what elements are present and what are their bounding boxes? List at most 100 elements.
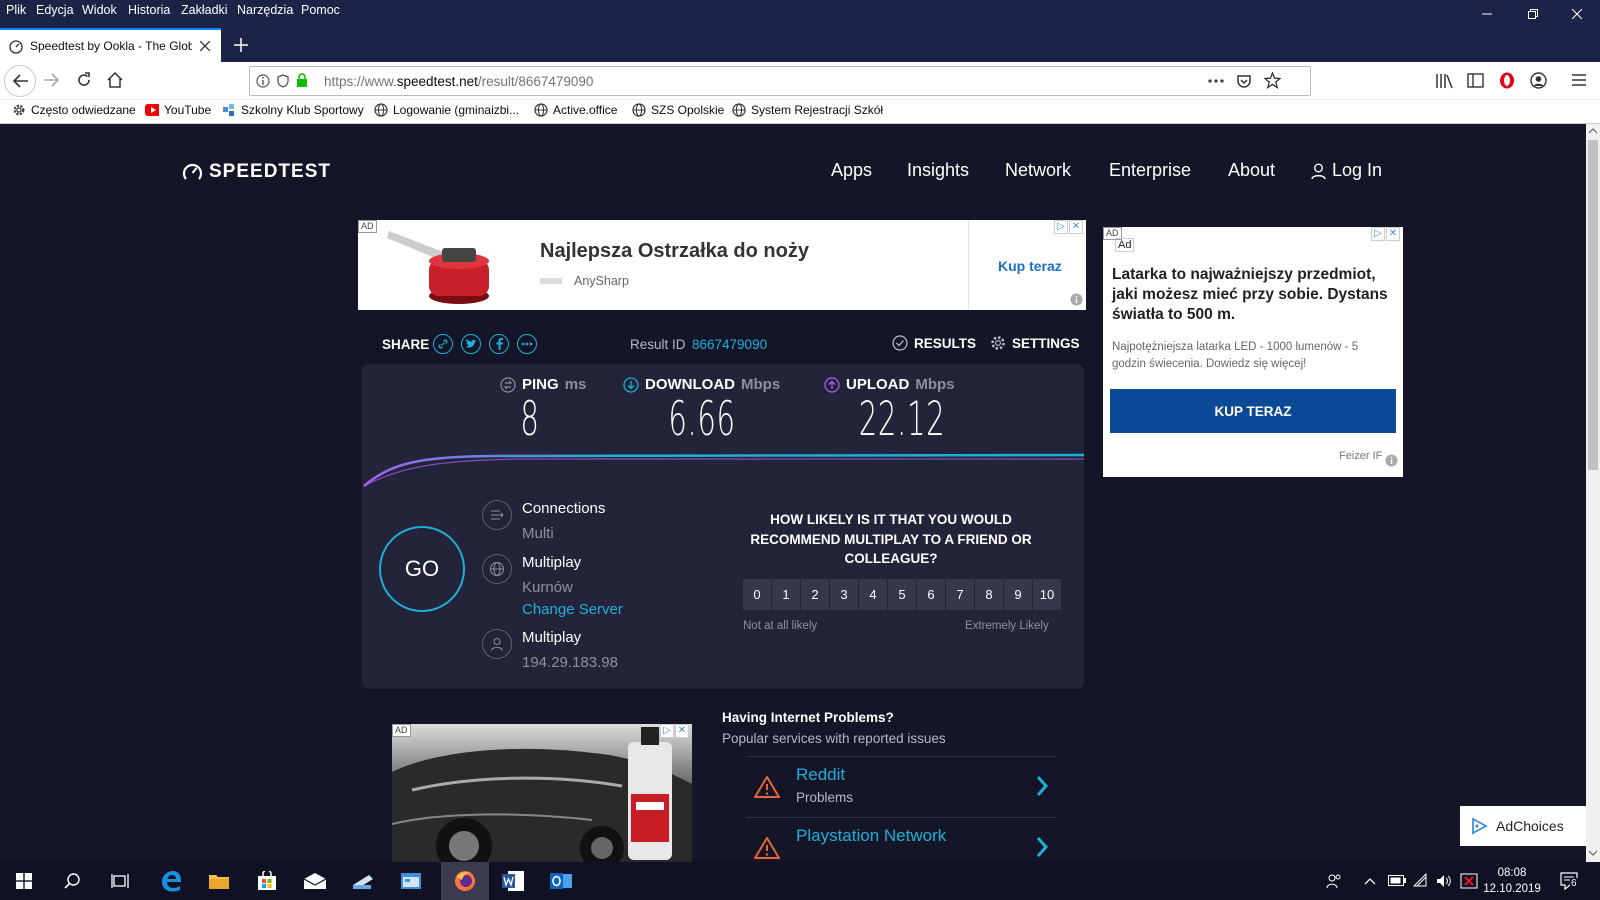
ad-cta-button[interactable]: Kup teraz: [998, 258, 1062, 274]
start-button[interactable]: [0, 862, 48, 900]
taskbar-firefox[interactable]: [441, 862, 489, 900]
menu-tools[interactable]: Narzędzia: [237, 3, 293, 17]
problem-name[interactable]: Playstation Network: [796, 826, 946, 846]
opera-addon-icon[interactable]: [1499, 72, 1515, 89]
menu-help[interactable]: Pomoc: [301, 3, 340, 17]
hamburger-menu-icon[interactable]: [1572, 74, 1586, 86]
restore-button[interactable]: [1510, 0, 1556, 28]
share-twitter-button[interactable]: [461, 334, 481, 354]
results-button[interactable]: RESULTS: [892, 335, 976, 351]
nps-score-8-button[interactable]: 8: [975, 579, 1004, 610]
nps-score-6-button[interactable]: 6: [917, 579, 946, 610]
share-more-button[interactable]: [517, 334, 537, 354]
ad-info-icon[interactable]: [1385, 454, 1398, 467]
people-icon[interactable]: [1326, 873, 1342, 889]
forward-arrow-icon[interactable]: [44, 73, 60, 87]
nps-score-10-button[interactable]: 10: [1033, 579, 1062, 610]
taskbar-outlook[interactable]: [537, 862, 585, 900]
side-ad[interactable]: AD ▷ ✕ Ad Latarka to najważniejszy przedm…: [1103, 227, 1403, 477]
scroll-down-arrow-icon[interactable]: [1589, 850, 1597, 856]
nps-score-1-button[interactable]: 1: [772, 579, 801, 610]
wifi-icon[interactable]: [1413, 873, 1429, 887]
battery-icon[interactable]: [1388, 875, 1406, 886]
close-ad-icon[interactable]: ✕: [1069, 220, 1083, 234]
menu-view[interactable]: Widok: [82, 3, 117, 17]
nps-score-0-button[interactable]: 0: [743, 579, 772, 610]
taskbar-store[interactable]: [243, 862, 291, 900]
menu-edit[interactable]: Edycja: [36, 3, 74, 17]
ad-controls[interactable]: ▷ ✕: [660, 724, 689, 738]
menu-bookmarks[interactable]: Zakładki: [181, 3, 228, 17]
taskbar-file-explorer[interactable]: [195, 862, 243, 900]
nps-score-7-button[interactable]: 7: [946, 579, 975, 610]
problem-name[interactable]: Reddit: [796, 765, 845, 785]
nav-network[interactable]: Network: [1005, 160, 1071, 181]
sidebar-icon[interactable]: [1467, 73, 1484, 88]
back-button[interactable]: [4, 65, 36, 97]
ad-controls[interactable]: ▷ ✕: [1371, 227, 1400, 241]
minimize-button[interactable]: [1464, 0, 1510, 28]
menu-history[interactable]: Historia: [128, 3, 170, 17]
nps-score-3-button[interactable]: 3: [830, 579, 859, 610]
nav-insights[interactable]: Insights: [907, 160, 969, 181]
task-view-button[interactable]: [96, 862, 144, 900]
login-link[interactable]: Log In: [1311, 160, 1382, 181]
library-icon[interactable]: [1436, 73, 1453, 89]
go-button[interactable]: GO: [379, 526, 465, 612]
menu-file[interactable]: Plik: [6, 3, 26, 17]
nps-score-5-button[interactable]: 5: [888, 579, 917, 610]
taskbar-search-button[interactable]: [48, 862, 96, 900]
bookmark-szkolny-klub[interactable]: Szkolny Klub Sportowy: [222, 103, 364, 117]
action-center-button[interactable]: 6: [1560, 871, 1580, 891]
account-icon[interactable]: [1530, 72, 1547, 89]
url-text[interactable]: https://www.speedtest.net/result/8667479…: [324, 74, 593, 89]
ad-info-icon[interactable]: [1070, 293, 1083, 306]
reload-icon[interactable]: [76, 72, 92, 88]
adchoices-button[interactable]: AdChoices: [1460, 806, 1586, 846]
adchoices-mini-icon[interactable]: ▷: [660, 724, 674, 738]
close-ad-icon[interactable]: ✕: [1386, 227, 1400, 241]
nav-enterprise[interactable]: Enterprise: [1109, 160, 1191, 181]
nav-apps[interactable]: Apps: [831, 160, 872, 181]
page-actions-icon[interactable]: [1208, 79, 1224, 83]
taskbar-word[interactable]: [489, 862, 537, 900]
volume-icon[interactable]: [1436, 873, 1452, 889]
tracking-shield-icon[interactable]: [277, 74, 289, 88]
page-scrollbar[interactable]: [1586, 124, 1600, 862]
car-ad[interactable]: AD ▷ ✕: [392, 724, 692, 862]
taskbar-edge[interactable]: [147, 862, 195, 900]
home-icon[interactable]: [107, 72, 123, 88]
top-banner-ad[interactable]: AD ▷ ✕ Najlepsza Ostrzałka do noży AnySha…: [358, 220, 1086, 310]
taskbar-app-window[interactable]: [387, 862, 435, 900]
scrollbar-thumb[interactable]: [1588, 140, 1598, 470]
problem-item-playstation[interactable]: Playstation Network: [746, 817, 1056, 862]
browser-tab[interactable]: Speedtest by Ookla - The Global Broadban…: [0, 28, 221, 62]
result-id-link[interactable]: 8667479090: [692, 337, 767, 352]
info-icon[interactable]: [256, 74, 270, 88]
bookmark-active-office[interactable]: Active.office: [534, 103, 617, 117]
bookmark-system-rejestracji[interactable]: System Rejestracji Szkół: [732, 103, 883, 117]
side-ad-cta-button[interactable]: KUP TERAZ: [1110, 389, 1396, 433]
new-tab-icon[interactable]: [234, 38, 248, 52]
chevron-right-icon[interactable]: [1036, 775, 1048, 797]
problem-item-reddit[interactable]: Reddit Problems: [746, 756, 1056, 816]
nav-about[interactable]: About: [1228, 160, 1275, 181]
settings-button[interactable]: SETTINGS: [990, 335, 1080, 351]
scroll-up-arrow-icon[interactable]: [1589, 128, 1597, 134]
bookmark-most-visited[interactable]: Często odwiedzane: [12, 103, 136, 117]
nps-score-2-button[interactable]: 2: [801, 579, 830, 610]
nps-score-9-button[interactable]: 9: [1004, 579, 1033, 610]
bookmark-szs-opolskie[interactable]: SZS Opolskie: [632, 103, 724, 117]
taskbar-app-scanner[interactable]: [339, 862, 387, 900]
ad-controls[interactable]: ▷ ✕: [1054, 220, 1083, 234]
chevron-right-icon[interactable]: [1036, 836, 1048, 858]
close-ad-icon[interactable]: ✕: [675, 724, 689, 738]
connections-value[interactable]: Multi: [522, 525, 554, 542]
adchoices-mini-icon[interactable]: ▷: [1371, 227, 1385, 241]
nps-score-4-button[interactable]: 4: [859, 579, 888, 610]
speedtest-logo[interactable]: SPEEDTEST: [182, 161, 331, 183]
share-facebook-button[interactable]: [489, 334, 509, 354]
bookmark-youtube[interactable]: YouTube: [145, 103, 211, 117]
bookmark-star-icon[interactable]: [1264, 72, 1281, 89]
system-clock[interactable]: 08:08 12.10.2019: [1476, 865, 1548, 897]
